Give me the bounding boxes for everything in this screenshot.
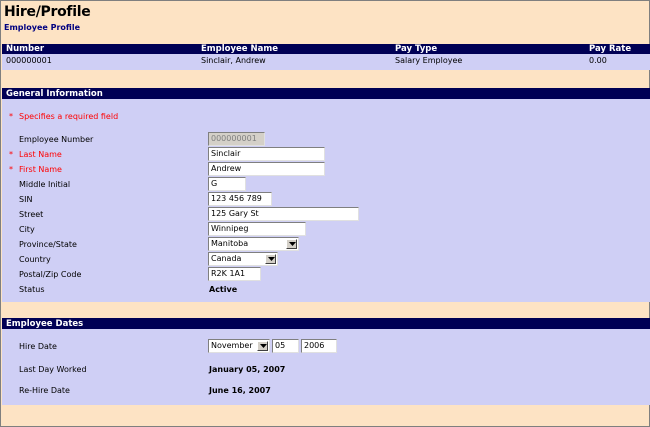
page-title: Hire/Profile	[4, 4, 91, 20]
city-label: City	[19, 225, 35, 234]
employee-dates-title: Employee Dates	[6, 319, 84, 329]
last-day-worked-value: January 05, 2007	[209, 365, 286, 374]
required-note: Specifies a required field	[19, 112, 119, 121]
last-name-label: Last Name	[19, 150, 62, 159]
last-name-required-marker: *	[9, 150, 13, 159]
general-information-header: General Information	[2, 88, 650, 99]
first-name-required-marker: *	[9, 165, 13, 174]
middle-initial-label: Middle Initial	[19, 180, 71, 189]
province-select-value: Manitoba	[211, 239, 249, 248]
hire-date-month-value: November	[211, 341, 253, 350]
last-name-input[interactable]: Sinclair	[208, 147, 325, 161]
postal-code-input[interactable]: R2K 1A1	[208, 267, 261, 281]
city-input[interactable]: Winnipeg	[208, 222, 306, 236]
street-label: Street	[19, 210, 44, 219]
hire-date-label: Hire Date	[19, 342, 57, 351]
summary-pay-type: Salary Employee	[395, 56, 463, 65]
general-information-title: General Information	[6, 89, 103, 99]
page-subtitle: Employee Profile	[4, 23, 81, 32]
summary-header-number: Number	[6, 44, 45, 54]
rehire-date-value: June 16, 2007	[209, 386, 271, 395]
summary-row: 000000001 Sinclair, Andrew Salary Employ…	[2, 54, 650, 70]
country-select[interactable]: Canada	[208, 252, 278, 266]
summary-header: Number Employee Name Pay Type Pay Rate	[2, 44, 650, 54]
status-value: Active	[209, 285, 238, 294]
employee-number-field: 000000001	[208, 132, 265, 146]
hire-profile-window: Hire/Profile Employee Profile Number Emp…	[0, 0, 650, 427]
first-name-label: First Name	[19, 165, 62, 174]
hire-date-month-select[interactable]: November	[208, 339, 270, 353]
employee-number-label: Employee Number	[19, 135, 94, 144]
summary-pay-rate: 0.00	[589, 56, 607, 65]
street-input[interactable]: 125 Gary St	[208, 207, 359, 221]
summary-header-employee-name: Employee Name	[201, 44, 279, 54]
province-label: Province/State	[19, 240, 77, 249]
first-name-input[interactable]: Andrew	[208, 162, 325, 176]
province-select[interactable]: Manitoba	[208, 237, 299, 251]
general-information-panel: * Specifies a required field Employee Nu…	[2, 99, 650, 302]
summary-employee-name: Sinclair, Andrew	[201, 56, 266, 65]
last-day-worked-label: Last Day Worked	[19, 365, 87, 374]
postal-code-label: Postal/Zip Code	[19, 270, 82, 279]
country-select-value: Canada	[211, 254, 242, 263]
required-marker: *	[9, 112, 13, 121]
hire-date-day-input[interactable]: 05	[272, 339, 299, 353]
status-label: Status	[19, 285, 45, 294]
country-label: Country	[19, 255, 51, 264]
sin-label: SIN	[19, 195, 33, 204]
employee-dates-panel: Hire Date November 05 2006 Last Day Work…	[2, 329, 650, 405]
chevron-down-icon[interactable]	[265, 254, 276, 264]
middle-initial-input[interactable]: G	[208, 177, 246, 191]
employee-dates-header: Employee Dates	[2, 318, 650, 329]
summary-number: 000000001	[6, 56, 52, 65]
chevron-down-icon[interactable]	[286, 239, 297, 249]
summary-header-pay-type: Pay Type	[395, 44, 438, 54]
summary-header-pay-rate: Pay Rate	[589, 44, 632, 54]
hire-date-year-input[interactable]: 2006	[301, 339, 337, 353]
chevron-down-icon[interactable]	[257, 341, 268, 351]
rehire-date-label: Re-Hire Date	[19, 386, 70, 395]
sin-input[interactable]: 123 456 789	[208, 192, 272, 206]
